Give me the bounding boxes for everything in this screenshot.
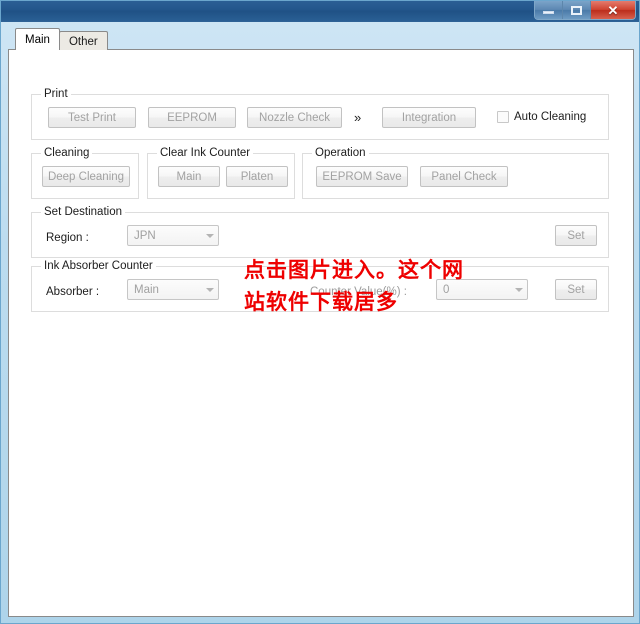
maximize-button[interactable] [563,1,591,19]
close-button[interactable]: ✕ [591,1,635,19]
chevron-right-icon: » [354,110,361,125]
group-cleaning: Cleaning Deep Cleaning [31,147,139,199]
tab-other[interactable]: Other [58,31,108,50]
auto-cleaning-label: Auto Cleaning [514,111,587,123]
tab-panel-main: Print Test Print EEPROM Nozzle Check » I… [8,49,634,617]
region-label: Region : [46,232,89,244]
chevron-down-icon[interactable] [201,280,218,299]
counter-value-combo[interactable]: 0 [436,279,528,300]
close-icon: ✕ [607,2,619,18]
region-combo[interactable]: JPN [127,225,219,246]
deep-cleaning-button[interactable]: Deep Cleaning [42,166,130,187]
title-bar: ✕ [1,1,639,22]
auto-cleaning-checkbox-box[interactable] [497,111,509,123]
ink-absorber-set-button[interactable]: Set [555,279,597,300]
group-cleaning-legend: Cleaning [41,147,93,160]
group-ink-absorber-counter: Ink Absorber Counter Absorber : Main Cou… [31,260,609,312]
panel-check-button[interactable]: Panel Check [420,166,508,187]
counter-value-label: Counter Value(%) : [310,286,407,298]
set-destination-set-button[interactable]: Set [555,225,597,246]
minimize-icon [543,11,554,14]
nozzle-check-button[interactable]: Nozzle Check [247,107,342,128]
window-caption-buttons: ✕ [534,1,636,20]
tab-strip: Main Other [15,28,108,50]
group-print: Print Test Print EEPROM Nozzle Check » I… [31,88,609,140]
group-print-legend: Print [41,88,71,101]
chevron-down-icon[interactable] [510,280,527,299]
group-ink-absorber-counter-legend: Ink Absorber Counter [41,260,156,273]
region-combo-value: JPN [134,229,156,242]
clear-ink-main-button[interactable]: Main [158,166,220,187]
eeprom-button[interactable]: EEPROM [148,107,236,128]
application-window: ✕ Main Other Print Test Print EEPROM Noz… [0,0,640,624]
chevron-down-icon[interactable] [201,226,218,245]
maximize-icon [571,5,582,15]
tab-main[interactable]: Main [15,28,60,50]
eeprom-save-button[interactable]: EEPROM Save [316,166,408,187]
group-clear-ink-counter-legend: Clear Ink Counter [157,147,254,160]
group-operation-legend: Operation [312,147,369,160]
group-set-destination-legend: Set Destination [41,206,125,219]
absorber-label: Absorber : [46,286,100,298]
clear-ink-platen-button[interactable]: Platen [226,166,288,187]
integration-button[interactable]: Integration [382,107,476,128]
counter-value-combo-value: 0 [443,283,450,296]
absorber-combo-value: Main [134,283,159,296]
group-operation: Operation EEPROM Save Panel Check [302,147,609,199]
minimize-button[interactable] [535,1,563,19]
client-area: Main Other Print Test Print EEPROM Nozzl… [8,28,634,617]
absorber-combo[interactable]: Main [127,279,219,300]
auto-cleaning-checkbox[interactable]: Auto Cleaning [497,110,586,124]
group-clear-ink-counter: Clear Ink Counter Main Platen [147,147,295,199]
test-print-button[interactable]: Test Print [48,107,136,128]
group-set-destination: Set Destination Region : JPN Set [31,206,609,258]
